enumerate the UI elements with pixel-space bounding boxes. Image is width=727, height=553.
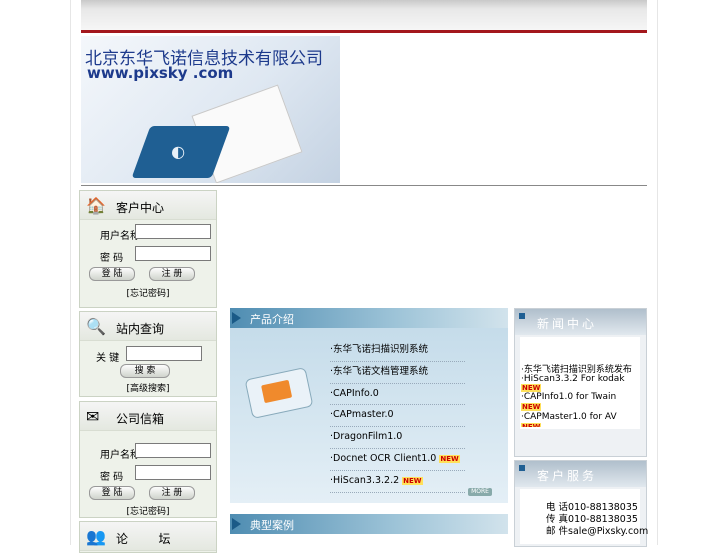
- list-item[interactable]: ·DragonFilm1.0: [330, 427, 465, 449]
- password-label: 密 码: [100, 253, 124, 264]
- mail-username-label: 用户名称: [100, 450, 140, 461]
- mail-register-button[interactable]: 注 册: [149, 486, 195, 500]
- username-input[interactable]: [135, 224, 211, 239]
- login-button[interactable]: 登 陆: [89, 267, 135, 281]
- list-item[interactable]: ·CAPInfo1.0 for Twain: [521, 392, 616, 402]
- list-item[interactable]: ·HiScan3.3.2 For kodak: [521, 374, 625, 384]
- company-mail-header: ✉ 公司信箱: [80, 402, 216, 431]
- logo-icon: ◐: [171, 142, 186, 161]
- keyword-input[interactable]: [126, 346, 202, 361]
- more-button[interactable]: MORE: [468, 488, 492, 496]
- magnifier-icon: 🔍: [86, 317, 106, 336]
- mail-password-label: 密 码: [100, 472, 124, 483]
- service-info: 电 话010-88138035 传 真010-88138035 邮 件sale@…: [520, 489, 648, 544]
- email-line[interactable]: 邮 件sale@Pixsky.com: [546, 523, 648, 537]
- username-label: 用户名称: [100, 231, 140, 242]
- new-badge: NEW: [521, 403, 542, 411]
- new-badge: NEW: [521, 384, 542, 392]
- page-container: 北京东华飞诺信息技术有限公司 www.pixsky .com ◐ 🏠 客户中心 …: [70, 0, 658, 553]
- products-panel: ·东华飞诺扫描识别系统 ·东华飞诺文档管理系统 ·CAPInfo.0 ·CAPm…: [230, 328, 508, 503]
- customer-center-header: 🏠 客户中心: [80, 191, 216, 220]
- list-item[interactable]: ·Docnet OCR Client1.0 NEW: [330, 449, 465, 471]
- site-url: www.pixsky .com: [87, 64, 234, 82]
- product-book-icon: [261, 379, 293, 404]
- users-icon: 👥: [86, 527, 106, 546]
- new-badge: NEW: [439, 454, 460, 463]
- list-item[interactable]: ·CAPMaster1.0 for AV: [521, 412, 617, 422]
- customer-service-box: 客户服务 电 话010-88138035 传 真010-88138035 邮 件…: [514, 460, 648, 547]
- banner-divider: [81, 185, 647, 186]
- list-item[interactable]: ·东华飞诺扫描识别系统: [330, 340, 465, 362]
- service-header: 客户服务: [515, 461, 646, 487]
- mail-password-input[interactable]: [135, 465, 211, 480]
- cases-title: 典型案例: [250, 519, 294, 532]
- mail-username-input[interactable]: [135, 443, 211, 458]
- list-item[interactable]: ·HiScan3.3.2.2 NEW: [330, 471, 465, 493]
- password-input[interactable]: [135, 246, 211, 261]
- customer-center-box: 🏠 客户中心 用户名称 密 码 登 陆 注 册 [忘记密码]: [79, 190, 217, 308]
- service-title: 客户服务: [537, 469, 598, 483]
- product-list: ·东华飞诺扫描识别系统 ·东华飞诺文档管理系统 ·CAPInfo.0 ·CAPm…: [330, 340, 465, 493]
- news-box: 新闻中心 ·东华飞诺扫描识别系统发布 ·HiScan3.3.2 For koda…: [514, 308, 647, 457]
- list-item[interactable]: ·CAPmaster.0: [330, 405, 465, 428]
- mail-login-button[interactable]: 登 陆: [89, 486, 135, 500]
- mail-forgot-password-link[interactable]: [忘记密码]: [80, 504, 216, 517]
- company-mail-title: 公司信箱: [116, 412, 165, 426]
- news-header: 新闻中心: [515, 309, 646, 335]
- keyword-label: 关 键: [96, 353, 120, 364]
- forum-box: 👥 论 坛: [79, 521, 217, 553]
- banner: 北京东华飞诺信息技术有限公司 www.pixsky .com ◐: [81, 36, 340, 183]
- products-title: 产品介绍: [250, 313, 294, 326]
- new-badge: NEW: [521, 423, 542, 427]
- search-button[interactable]: 搜 索: [120, 364, 170, 378]
- arrow-icon: [232, 312, 241, 324]
- customer-center-title: 客户中心: [116, 201, 165, 215]
- site-search-header: 🔍 站内查询: [80, 312, 216, 341]
- company-mail-box: ✉ 公司信箱 用户名称 密 码 登 陆 注 册 [忘记密码]: [79, 401, 217, 518]
- news-list: ·东华飞诺扫描识别系统发布 ·HiScan3.3.2 For kodak NEW…: [520, 337, 640, 429]
- forum-title: 论 坛: [116, 532, 171, 546]
- mail-user-icon: ✉: [86, 407, 100, 426]
- bullet-icon: [519, 465, 525, 471]
- product-box-graphic: [244, 366, 314, 420]
- site-search-box: 🔍 站内查询 关 键 搜 索 [高级搜索]: [79, 311, 217, 397]
- news-title: 新闻中心: [537, 317, 598, 331]
- list-item[interactable]: ·东华飞诺文档管理系统: [330, 362, 465, 384]
- register-button[interactable]: 注 册: [149, 267, 195, 281]
- forum-header[interactable]: 👥 论 坛: [80, 522, 216, 551]
- cases-header: 典型案例: [230, 514, 508, 534]
- forgot-password-link[interactable]: [忘记密码]: [80, 286, 216, 299]
- bullet-icon: [519, 313, 525, 319]
- new-badge: NEW: [402, 476, 423, 485]
- house-icon: 🏠: [86, 196, 106, 215]
- site-search-title: 站内查询: [116, 322, 165, 336]
- list-item[interactable]: ·CAPInfo.0: [330, 384, 465, 406]
- advanced-search-link[interactable]: [高级搜索]: [80, 381, 216, 394]
- header-divider: [81, 30, 647, 33]
- top-bar: [81, 0, 647, 30]
- arrow-icon: [232, 518, 241, 530]
- products-header: 产品介绍: [230, 308, 508, 328]
